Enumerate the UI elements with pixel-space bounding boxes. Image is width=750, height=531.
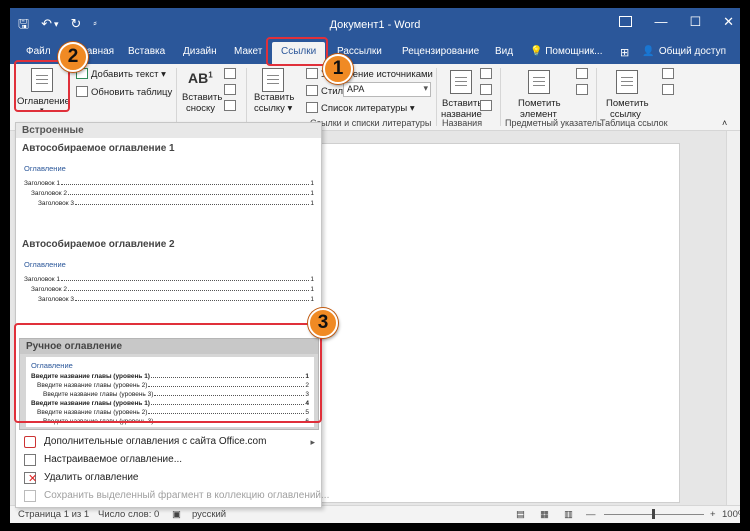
- highlight-references-tab: [266, 37, 328, 66]
- gallery-header: Встроенные: [16, 123, 321, 138]
- bibliography-button[interactable]: Список литературы ▾: [306, 102, 415, 114]
- mark-citation-icon: [616, 70, 638, 94]
- ribbon-tabs: Файл Главная Вставка Дизайн Макет Ссылки…: [10, 42, 740, 64]
- remove-toc-item[interactable]: ✕ Удалить оглавление: [16, 469, 321, 487]
- zoom-level[interactable]: 100%: [722, 509, 740, 520]
- caption-icon: [450, 70, 472, 94]
- step-2-badge: 2: [58, 42, 88, 72]
- footnote-small-icon-2[interactable]: [224, 84, 239, 96]
- more-toc-office-item[interactable]: Дополнительные оглавления с сайта Office…: [16, 433, 321, 451]
- insert-citation-button[interactable]: Вставить ссылку ▾: [250, 66, 296, 116]
- bibliography-icon: [306, 102, 318, 113]
- submenu-arrow-icon: ▸: [310, 437, 315, 447]
- highlight-manual-toc: [14, 323, 322, 423]
- mark-entry-button[interactable]: Пометить элемент: [510, 66, 566, 120]
- share-button[interactable]: 👤 Общий доступ: [642, 46, 726, 57]
- vertical-scrollbar[interactable]: [726, 131, 740, 505]
- person-icon: 👤: [642, 46, 655, 57]
- word-count[interactable]: Число слов: 0: [98, 509, 159, 520]
- style-icon: [306, 85, 318, 96]
- footnote-small-icon-3[interactable]: [224, 100, 239, 112]
- group-label-captions: Названия: [442, 118, 483, 128]
- close-icon[interactable]: ✕: [723, 14, 734, 30]
- ribbon-divider: [436, 68, 437, 126]
- print-layout-icon[interactable]: ▦: [540, 509, 549, 520]
- toa-small-icon-1[interactable]: [662, 68, 677, 80]
- tab-insert[interactable]: Вставка: [128, 46, 165, 57]
- auto-toc-2-preview: Оглавление Заголовок 11 Заголовок 21 Заг…: [24, 260, 314, 303]
- save-selection-toc-item: Сохранить выделенный фрагмент в коллекци…: [16, 487, 329, 505]
- custom-toc-item[interactable]: Настраиваемое оглавление...: [16, 451, 321, 469]
- collapse-ribbon-icon[interactable]: ˄: [722, 118, 727, 128]
- proofing-icon[interactable]: ▣: [172, 509, 181, 520]
- auto-toc-1-preview: Оглавление Заголовок 11 Заголовок 21 Заг…: [24, 164, 314, 207]
- page-count[interactable]: Страница 1 из 1: [18, 509, 89, 520]
- update-table-button[interactable]: Обновить таблицу: [76, 86, 172, 98]
- tab-file[interactable]: Файл: [26, 46, 51, 57]
- web-layout-icon[interactable]: ▥: [564, 509, 573, 520]
- minimize-icon[interactable]: —: [654, 14, 667, 30]
- language[interactable]: русский: [192, 509, 226, 520]
- user-icon: ⊞: [620, 47, 630, 59]
- mark-citation-button[interactable]: Пометить ссылку: [598, 66, 654, 120]
- ribbon-display-icon[interactable]: [619, 16, 633, 27]
- caption-small-icon-1[interactable]: [480, 68, 495, 80]
- save-gallery-icon: [24, 490, 36, 502]
- auto-toc-2-title: Автособираемое оглавление 2: [22, 239, 175, 250]
- toc-menu: Дополнительные оглавления с сайта Office…: [16, 433, 329, 505]
- lightbulb-icon: 💡: [530, 46, 543, 57]
- style-select[interactable]: APA: [343, 82, 431, 97]
- document-page[interactable]: [320, 143, 680, 503]
- toa-small-icon-2[interactable]: [662, 84, 677, 96]
- custom-toc-icon: [24, 454, 36, 466]
- citation-icon: [262, 68, 284, 92]
- caption-small-icon-3[interactable]: [480, 100, 495, 112]
- ribbon-divider: [500, 68, 501, 126]
- index-small-icon-2[interactable]: [576, 84, 591, 96]
- zoom-slider-thumb[interactable]: [652, 509, 655, 519]
- ribbon: Оглавление ▾ Добавить текст ▾ Обновить т…: [10, 64, 740, 131]
- sources-icon: [306, 68, 318, 79]
- tell-me-box[interactable]: 💡 Помощник...: [530, 46, 602, 57]
- ribbon-divider: [246, 68, 247, 126]
- group-label-index: Предметный указатель: [505, 118, 602, 128]
- step-1-badge: 1: [323, 54, 353, 84]
- footnote-small-icon-1[interactable]: [224, 68, 239, 80]
- index-small-icon-1[interactable]: [576, 68, 591, 80]
- step-3-badge: 3: [308, 308, 338, 338]
- refresh-icon: [76, 86, 88, 97]
- tab-layout[interactable]: Макет: [234, 46, 262, 57]
- remove-toc-icon: ✕: [24, 472, 37, 485]
- zoom-out-icon[interactable]: —: [586, 509, 596, 520]
- auto-toc-1-title: Автособираемое оглавление 1: [22, 143, 175, 154]
- caption-small-icon-2[interactable]: [480, 84, 495, 96]
- mark-entry-icon: [528, 70, 550, 94]
- zoom-in-icon[interactable]: +: [710, 509, 716, 520]
- read-mode-icon[interactable]: ▤: [516, 509, 525, 520]
- office-icon: [24, 436, 36, 448]
- auto-toc-2-option[interactable]: Автособираемое оглавление 2 Оглавление З…: [16, 237, 321, 303]
- add-text-button[interactable]: Добавить текст ▾: [76, 68, 166, 80]
- tab-view[interactable]: Вид: [495, 46, 513, 57]
- group-label-citations: Ссылки и списки литературы: [310, 118, 432, 128]
- tab-review[interactable]: Рецензирование: [402, 46, 479, 57]
- ribbon-divider: [596, 68, 597, 126]
- group-label-toa: Таблица ссылок: [600, 118, 668, 128]
- insert-caption-button[interactable]: Вставить название: [438, 66, 484, 120]
- restore-icon[interactable]: ☐: [689, 14, 701, 30]
- auto-toc-1-option[interactable]: Автособираемое оглавление 1 Оглавление З…: [16, 141, 321, 207]
- title-bar: 🖫 ↶ ▾ ↻ ⸗ Документ1 - Word — ☐ ✕: [10, 8, 740, 42]
- ribbon-divider: [176, 68, 177, 126]
- tab-design[interactable]: Дизайн: [183, 46, 217, 57]
- footnote-icon: AB1: [188, 70, 213, 86]
- toc-gallery: Встроенные Автособираемое оглавление 1 О…: [15, 122, 329, 508]
- insert-footnote-button[interactable]: AB1 Вставить сноску: [180, 66, 224, 116]
- word-window: 🖫 ↶ ▾ ↻ ⸗ Документ1 - Word — ☐ ✕ Файл Гл…: [10, 8, 740, 523]
- window-controls: — ☐ ✕: [619, 14, 734, 30]
